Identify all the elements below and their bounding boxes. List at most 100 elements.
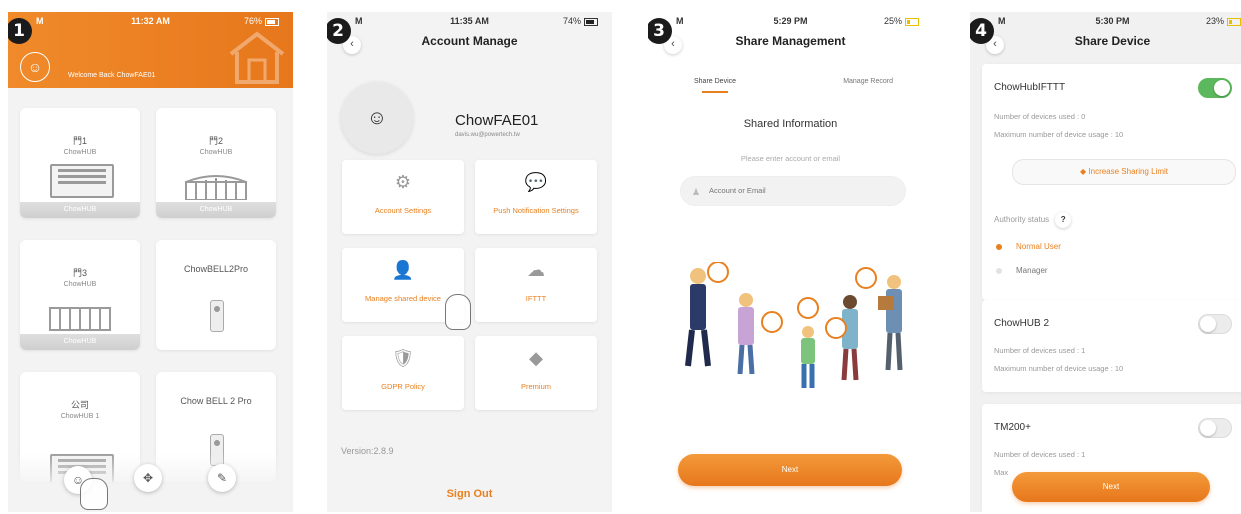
status-battery: 76% xyxy=(244,16,279,26)
battery-icon xyxy=(1227,17,1241,26)
radio-manager[interactable]: Manager xyxy=(996,266,1048,275)
menu-label: Account Settings xyxy=(374,206,432,215)
device-tile[interactable]: 門1 ChowHUB ChowHUB xyxy=(20,108,140,218)
share-toggle[interactable] xyxy=(1198,314,1232,334)
device-tile[interactable]: ChowBELL2Pro xyxy=(156,240,276,350)
authority-status: Authority status? xyxy=(994,212,1072,228)
device-name: ChowBELL2Pro xyxy=(183,264,249,274)
chat-icon: 💬 xyxy=(524,172,548,192)
menu-premium[interactable]: ◆ Premium xyxy=(475,336,597,410)
screen-home: 1 M 11:32 AM 76% ☺ Welcome Back ChowFAE0… xyxy=(8,12,293,512)
device-band: ChowHUB xyxy=(20,334,140,350)
screen-account-manage: 2 M 11:35 AM 74% ‹ Account Manage ☺ Chow… xyxy=(327,12,612,512)
diamond-icon: ◆ xyxy=(529,348,543,368)
doorbell-icon xyxy=(210,300,224,332)
edit-icon[interactable]: ✎ xyxy=(208,464,236,492)
input-hint: Please enter account or email xyxy=(740,154,841,163)
devices-used: Number of devices used : 1 xyxy=(994,450,1086,459)
help-icon[interactable]: ? xyxy=(1055,212,1072,228)
menu-ifttt[interactable]: ☁ IFTTT xyxy=(475,248,597,322)
status-bar: M 5:29 PM 25% xyxy=(648,12,933,30)
screen-share-device: 4 M 5:30 PM 23% ‹ Share Device ChowHubIF… xyxy=(970,12,1241,512)
menu-push-notification[interactable]: 💬 Push Notification Settings xyxy=(475,160,597,234)
screen-share-management: 3 M 5:29 PM 25% ‹ Share Management Share… xyxy=(648,12,933,512)
section-heading: Shared Information xyxy=(743,118,838,130)
gate-icon xyxy=(185,175,247,200)
authority-label: Authority status xyxy=(994,215,1050,224)
next-button[interactable]: Next xyxy=(678,454,902,486)
device-name: 公司 xyxy=(70,400,89,410)
max-usage: Maximum number of device usage : 10 xyxy=(994,130,1124,139)
welcome-text: Welcome Back ChowFAE01 xyxy=(68,72,156,79)
device-name: 門2 xyxy=(208,136,223,146)
radio-normal-user[interactable]: Normal User xyxy=(996,242,1061,251)
tap-hand-icon xyxy=(80,478,108,510)
device-share-card: ChowHubIFTTT Number of devices used : 0 … xyxy=(982,64,1241,300)
device-name: 門3 xyxy=(72,268,87,278)
device-tile[interactable]: 門2 ChowHUB ChowHUB xyxy=(156,108,276,218)
device-type: ChowHUB 1 xyxy=(60,413,100,420)
menu-label: Push Notification Settings xyxy=(493,206,579,215)
account-email-input[interactable] xyxy=(680,176,906,206)
battery-icon xyxy=(265,17,279,26)
device-name: ChowHubIFTTT xyxy=(994,82,1066,93)
radio-label: Manager xyxy=(1016,266,1048,275)
gear-icon: ⚙ xyxy=(394,172,412,192)
next-button[interactable]: Next xyxy=(1012,472,1210,502)
sharing-people-illustration-icon xyxy=(685,262,903,388)
move-icon[interactable]: ✥ xyxy=(134,464,162,492)
device-type: ChowHUB xyxy=(63,149,97,156)
house-watermark-icon xyxy=(229,31,285,84)
menu-label: GDPR Policy xyxy=(381,382,425,391)
page-title: Share Device xyxy=(1074,34,1151,48)
max-usage: Max xyxy=(994,468,1009,477)
share-toggle[interactable] xyxy=(1198,78,1232,98)
status-battery: 74% xyxy=(563,16,598,26)
battery-icon xyxy=(905,17,919,26)
garage-door-icon xyxy=(50,164,114,198)
device-name: TM200+ xyxy=(994,422,1031,433)
tab-bar: Share Device Manage Record xyxy=(648,78,933,98)
device-share-card: ChowHUB 2 Number of devices used : 1 Max… xyxy=(982,300,1241,392)
device-band: ChowHUB xyxy=(20,202,140,218)
avatar[interactable]: ☺ xyxy=(20,52,50,82)
menu-gdpr-policy[interactable]: 🛡 GDPR Policy xyxy=(342,336,464,410)
devices-used: Number of devices used : 0 xyxy=(994,112,1086,121)
battery-icon xyxy=(584,17,598,26)
status-bar: M 5:30 PM 23% xyxy=(970,12,1241,30)
status-battery: 23% xyxy=(1206,16,1241,26)
add-user-icon: 👤 xyxy=(391,260,415,280)
device-type: ChowHUB xyxy=(63,281,97,288)
device-band: ChowHUB xyxy=(156,202,276,218)
devices-used: Number of devices used : 1 xyxy=(994,346,1086,355)
device-tile[interactable]: 門3 ChowHUB ChowHUB xyxy=(20,240,140,350)
sign-out-button[interactable]: Sign Out xyxy=(327,488,612,500)
increase-sharing-limit-button[interactable]: ◆ Increase Sharing Limit xyxy=(1012,159,1236,185)
cloud-icon: ☁ xyxy=(527,260,545,280)
battery-percent: 74% xyxy=(562,16,581,26)
status-time: 5:30 PM xyxy=(1095,16,1130,26)
share-toggle[interactable] xyxy=(1198,418,1232,438)
user-icon: ♟ xyxy=(692,187,701,197)
increase-label: Increase Sharing Limit xyxy=(1088,167,1168,176)
status-battery: 25% xyxy=(884,16,919,26)
device-name: ChowHUB 2 xyxy=(994,318,1050,329)
status-bar: M 11:35 AM 74% xyxy=(327,12,612,30)
app-version: Version:2.8.9 xyxy=(341,446,394,456)
tab-manage-record[interactable]: Manage Record xyxy=(843,78,893,85)
battery-percent: 23% xyxy=(1205,16,1224,26)
battery-percent: 76% xyxy=(243,16,262,26)
device-type: ChowHUB xyxy=(199,149,233,156)
menu-label: Premium xyxy=(520,382,551,391)
max-usage: Maximum number of device usage : 10 xyxy=(994,364,1124,373)
tab-share-device[interactable]: Share Device xyxy=(694,78,736,93)
page-title: Account Manage xyxy=(421,34,518,48)
home-header: M 11:32 AM 76% ☺ Welcome Back ChowFAE01 xyxy=(8,12,293,88)
radio-label: Normal User xyxy=(1016,242,1061,251)
profile-avatar[interactable]: ☺ xyxy=(341,82,413,154)
menu-account-settings[interactable]: ⚙ Account Settings xyxy=(342,160,464,234)
menu-label: IFTTT xyxy=(525,294,547,303)
profile-email: davis.wu@powertech.tw xyxy=(455,132,520,138)
tap-hand-icon xyxy=(445,294,471,330)
page-title: Share Management xyxy=(735,34,846,48)
